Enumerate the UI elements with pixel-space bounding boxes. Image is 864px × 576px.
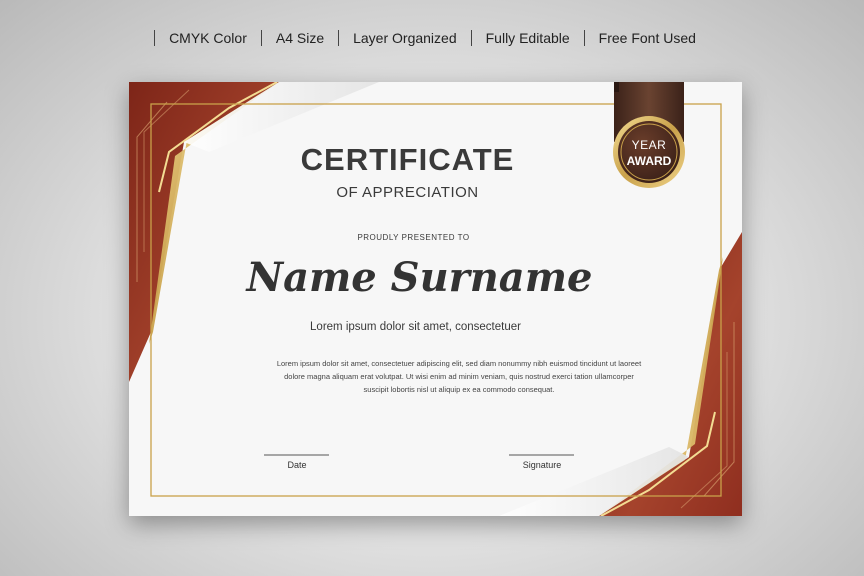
subtitle-text: Lorem ipsum dolor sit amet, consectetuer [310,321,521,333]
certificate-subtitle: OF APPRECIATION [336,184,479,201]
feature-item: Fully Editable [470,30,584,46]
presented-to-label: PROUDLY PRESENTED TO [357,233,470,242]
feature-item: CMYK Color [154,30,261,46]
feature-item: A4 Size [260,30,338,46]
certificate-card: YEAR AWARD CERTIFICATE OF APPRECIATION P… [129,82,742,516]
feature-item: Free Font Used [583,30,710,46]
feature-item: Layer Organized [338,30,471,46]
certificate-title: CERTIFICATE [300,142,515,177]
description-paragraph: Lorem ipsum dolor sit amet, consectetuer… [249,357,669,396]
recipient-name: Name Surname [246,254,593,301]
paragraph-line: suscipit lobortis nisl ut aliquip ex ea … [363,385,555,394]
paragraph-line: dolore magna aliquam erat volutpat. Ut w… [284,372,634,381]
paragraph-line: Lorem ipsum dolor sit amet, consectetuer… [276,359,642,368]
date-label: Date [287,460,307,470]
feature-list: CMYK Color A4 Size Layer Organized Fully… [0,30,864,46]
signature-label: Signature [522,460,562,470]
